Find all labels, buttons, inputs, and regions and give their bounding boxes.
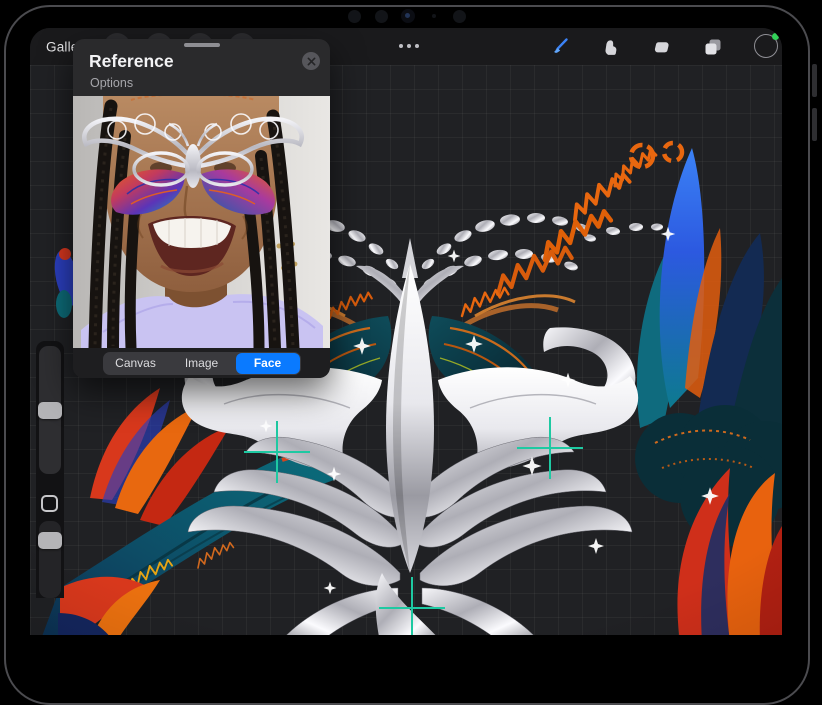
eraser-icon (652, 38, 671, 57)
reference-tab-bar: Canvas Image Face (73, 348, 330, 378)
multitasking-menu-icon[interactable] (395, 41, 423, 51)
face-tracking-crosshair (379, 577, 445, 635)
front-camera-cluster (340, 9, 480, 23)
panel-title: Reference (89, 51, 174, 72)
face-tracking-crosshair (244, 421, 310, 483)
close-icon (307, 57, 316, 66)
panel-drag-handle[interactable] (184, 43, 220, 47)
volume-button (812, 64, 817, 97)
tab-canvas[interactable]: Canvas (104, 353, 168, 374)
paint-brush-button[interactable] (548, 35, 572, 59)
green-status-dot (772, 33, 779, 40)
face-tracking-crosshair (517, 417, 583, 479)
close-button[interactable] (302, 52, 320, 70)
brush-opacity-slider-handle[interactable] (38, 532, 62, 549)
reference-photo-face (73, 96, 330, 348)
camera-lens-icon (401, 9, 415, 23)
reference-panel: Reference Options (73, 39, 330, 378)
modify-button[interactable] (41, 495, 58, 512)
reference-photo[interactable] (73, 96, 330, 348)
tab-face[interactable]: Face (236, 353, 300, 374)
color-swatch-button[interactable] (754, 34, 778, 58)
smudge-button[interactable] (598, 35, 622, 59)
layers-button[interactable] (701, 35, 725, 59)
sensor-icon (375, 10, 388, 23)
mic-dot-icon (432, 14, 436, 18)
brush-size-slider-handle[interactable] (38, 402, 62, 419)
sensor-icon (453, 10, 466, 23)
layers-icon (703, 37, 723, 57)
eraser-button[interactable] (649, 35, 673, 59)
smudge-finger-icon (601, 38, 620, 57)
screen: Gallery S (30, 28, 782, 635)
panel-options-link[interactable]: Options (90, 76, 133, 90)
sensor-icon (348, 10, 361, 23)
tab-image[interactable]: Image (170, 353, 234, 374)
brush-sidebar (36, 341, 64, 598)
reference-mode-segmented-control: Canvas Image Face (103, 352, 301, 375)
paint-brush-icon (550, 37, 570, 57)
color-ring-icon (754, 34, 778, 58)
volume-button (812, 108, 817, 141)
